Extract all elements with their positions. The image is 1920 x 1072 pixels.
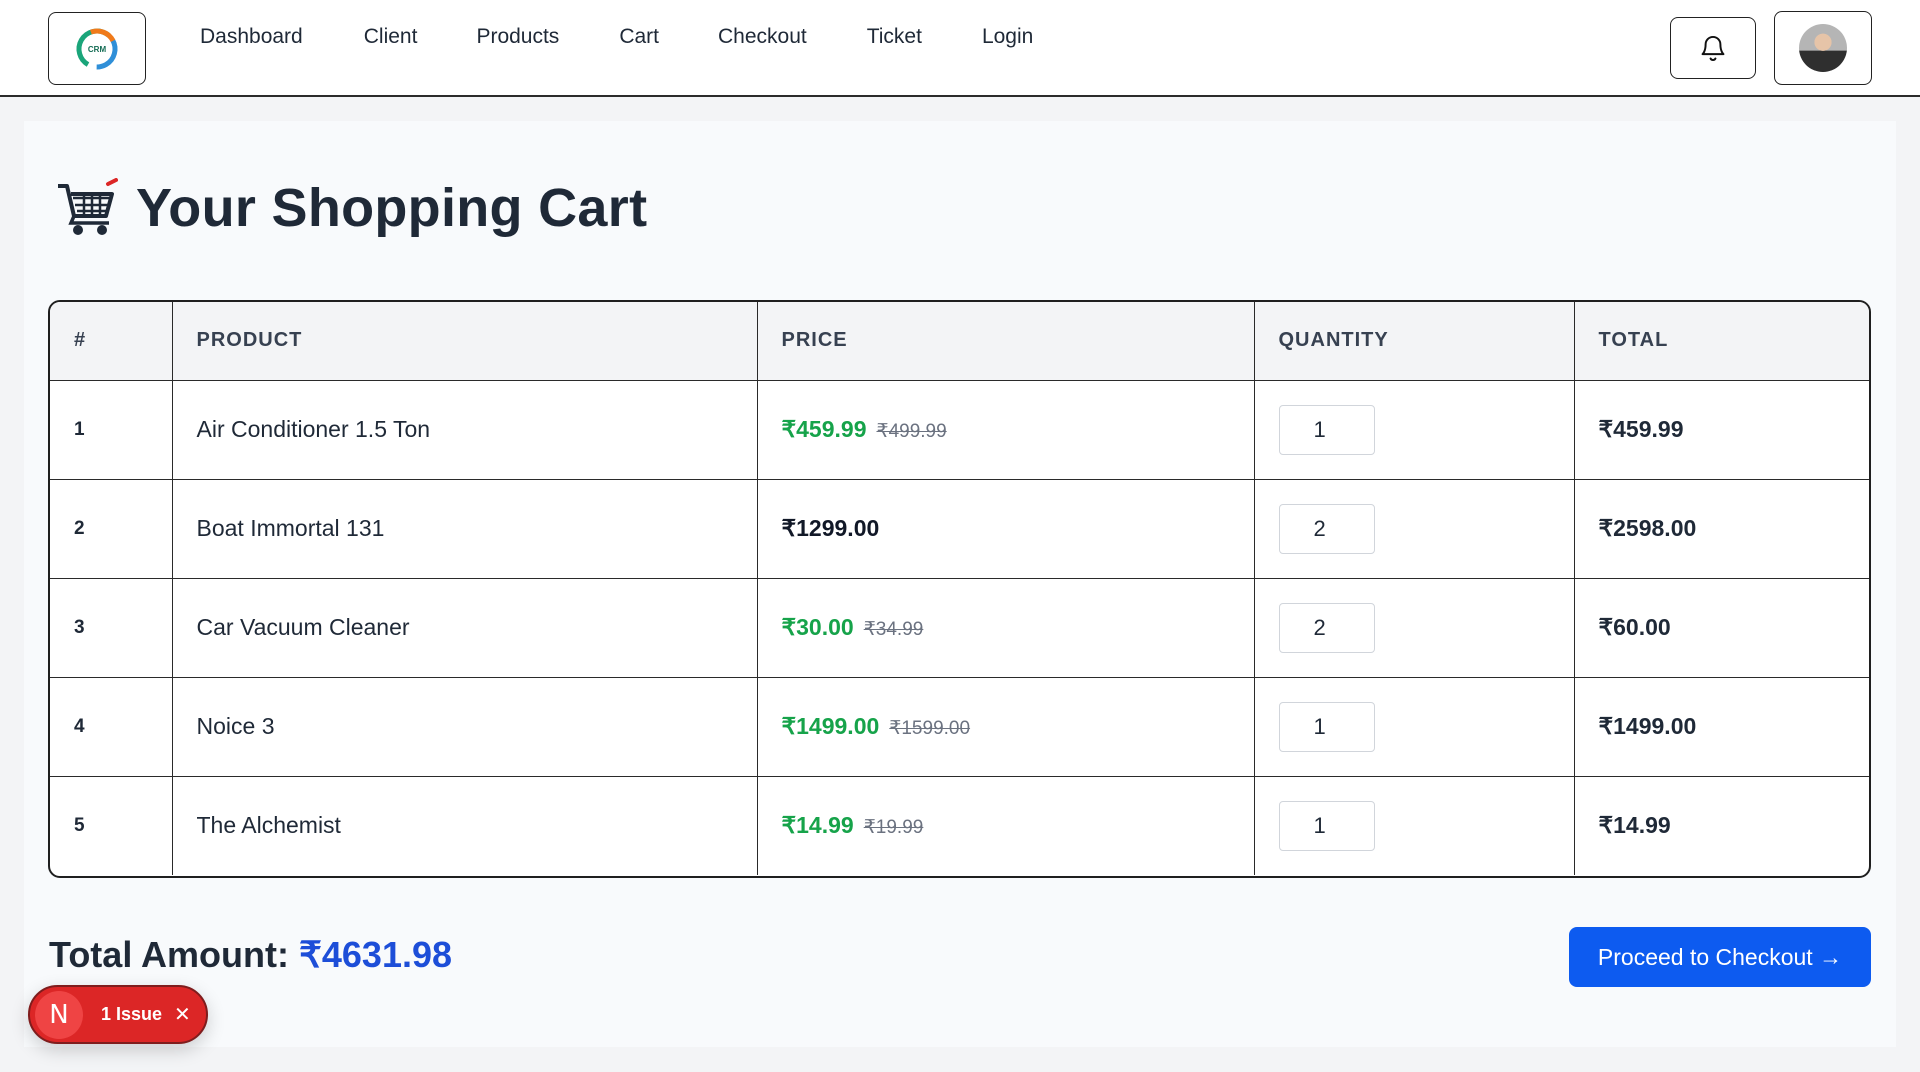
table-row: 3 Car Vacuum Cleaner ₹30.00 ₹34.99 ₹60.00 <box>50 578 1869 678</box>
row-index: 4 <box>50 677 173 777</box>
row-total: ₹2598.00 <box>1574 479 1869 579</box>
header-total: TOTAL <box>1574 302 1869 381</box>
row-index: 1 <box>50 380 173 480</box>
original-price: ₹1599.00 <box>889 718 971 739</box>
page-title: Your Shopping Cart <box>54 177 647 239</box>
nav-checkout[interactable]: Checkout <box>718 25 807 49</box>
table-row: 1 Air Conditioner 1.5 Ton ₹459.99 ₹499.99… <box>50 380 1869 480</box>
sale-price: ₹1499.00 <box>781 713 880 739</box>
main-nav: Dashboard Client Products Cart Checkout … <box>200 25 1033 49</box>
row-total: ₹1499.00 <box>1574 677 1869 777</box>
shopping-cart-icon <box>58 178 118 235</box>
close-icon[interactable]: ✕ <box>174 1002 191 1027</box>
product-name: Boat Immortal 131 <box>172 479 758 579</box>
notifications-button[interactable] <box>1670 17 1756 79</box>
nav-ticket[interactable]: Ticket <box>867 25 922 49</box>
proceed-to-checkout-button[interactable]: Proceed to Checkout → <box>1569 927 1871 987</box>
price-cell: ₹1499.00 ₹1599.00 <box>757 677 1255 777</box>
nav-dashboard[interactable]: Dashboard <box>200 25 303 49</box>
price-cell: ₹459.99 ₹499.99 <box>757 380 1255 480</box>
regular-price: ₹1299.00 <box>781 515 880 541</box>
header-index: # <box>50 302 173 381</box>
row-index: 2 <box>50 479 173 579</box>
total-label: Total Amount: <box>49 934 289 975</box>
header-quantity: QUANTITY <box>1254 302 1575 381</box>
original-price: ₹19.99 <box>863 817 924 839</box>
issues-count: 1 Issue <box>101 1004 163 1024</box>
table-row: 4 Noice 3 ₹1499.00 ₹1599.00 ₹1499.00 <box>50 677 1869 777</box>
nav-cart[interactable]: Cart <box>619 25 659 49</box>
row-index: 5 <box>50 776 173 875</box>
row-total: ₹60.00 <box>1574 578 1869 678</box>
nav-products[interactable]: Products <box>476 25 559 49</box>
row-total: ₹459.99 <box>1574 380 1869 480</box>
user-avatar <box>1799 24 1847 72</box>
nextjs-logo-icon: N <box>35 990 83 1039</box>
issues-badge[interactable]: N 1 Issue ✕ <box>28 985 208 1044</box>
header-price: PRICE <box>757 302 1255 381</box>
quantity-input[interactable] <box>1278 503 1375 554</box>
table-row: 2 Boat Immortal 131 ₹1299.00 ₹2598.00 <box>50 479 1869 579</box>
table-row: 5 The Alchemist ₹14.99 ₹19.99 ₹14.99 <box>50 776 1869 875</box>
top-navbar: CRM Dashboard Client Products Cart Check… <box>0 0 1920 97</box>
row-index: 3 <box>50 578 173 678</box>
product-name: Air Conditioner 1.5 Ton <box>172 380 758 480</box>
product-name: The Alchemist <box>172 776 758 875</box>
logo-button[interactable]: CRM <box>48 12 146 85</box>
nav-login[interactable]: Login <box>982 25 1033 49</box>
quantity-cell <box>1254 479 1575 579</box>
header-product: PRODUCT <box>172 302 758 381</box>
bell-icon <box>1701 36 1725 61</box>
price-cell: ₹14.99 ₹19.99 <box>757 776 1255 875</box>
sale-price: ₹30.00 <box>781 614 854 640</box>
original-price: ₹34.99 <box>863 619 924 640</box>
quantity-cell <box>1254 677 1575 777</box>
profile-button[interactable] <box>1774 11 1872 85</box>
page-heading: Your Shopping Cart <box>136 178 648 238</box>
quantity-cell <box>1254 578 1575 678</box>
logo-text: CRM <box>88 45 107 54</box>
quantity-input[interactable] <box>1278 800 1375 851</box>
price-cell: ₹1299.00 <box>757 479 1255 579</box>
original-price: ₹499.99 <box>876 421 947 442</box>
quantity-cell <box>1254 380 1575 480</box>
cart-table: # PRODUCT PRICE QUANTITY TOTAL 1 Air Con… <box>48 300 1871 878</box>
quantity-cell <box>1254 776 1575 875</box>
table-header-row: # PRODUCT PRICE QUANTITY TOTAL <box>50 302 1869 381</box>
quantity-input[interactable] <box>1278 701 1375 752</box>
price-cell: ₹30.00 ₹34.99 <box>757 578 1255 678</box>
product-name: Car Vacuum Cleaner <box>172 578 758 678</box>
row-total: ₹14.99 <box>1598 812 1671 839</box>
product-name: Noice 3 <box>172 677 758 777</box>
sale-price: ₹14.99 <box>781 812 854 839</box>
total-value: ₹4631.98 <box>298 934 453 975</box>
crm-logo-icon: CRM <box>76 28 118 69</box>
total-amount: Total Amount: ₹4631.98 <box>49 934 452 976</box>
nav-client[interactable]: Client <box>364 25 418 49</box>
quantity-input[interactable] <box>1278 602 1375 653</box>
sale-price: ₹459.99 <box>781 416 867 442</box>
cart-page: Your Shopping Cart # PRODUCT PRICE QUANT… <box>24 121 1896 1047</box>
quantity-input[interactable] <box>1278 404 1375 455</box>
